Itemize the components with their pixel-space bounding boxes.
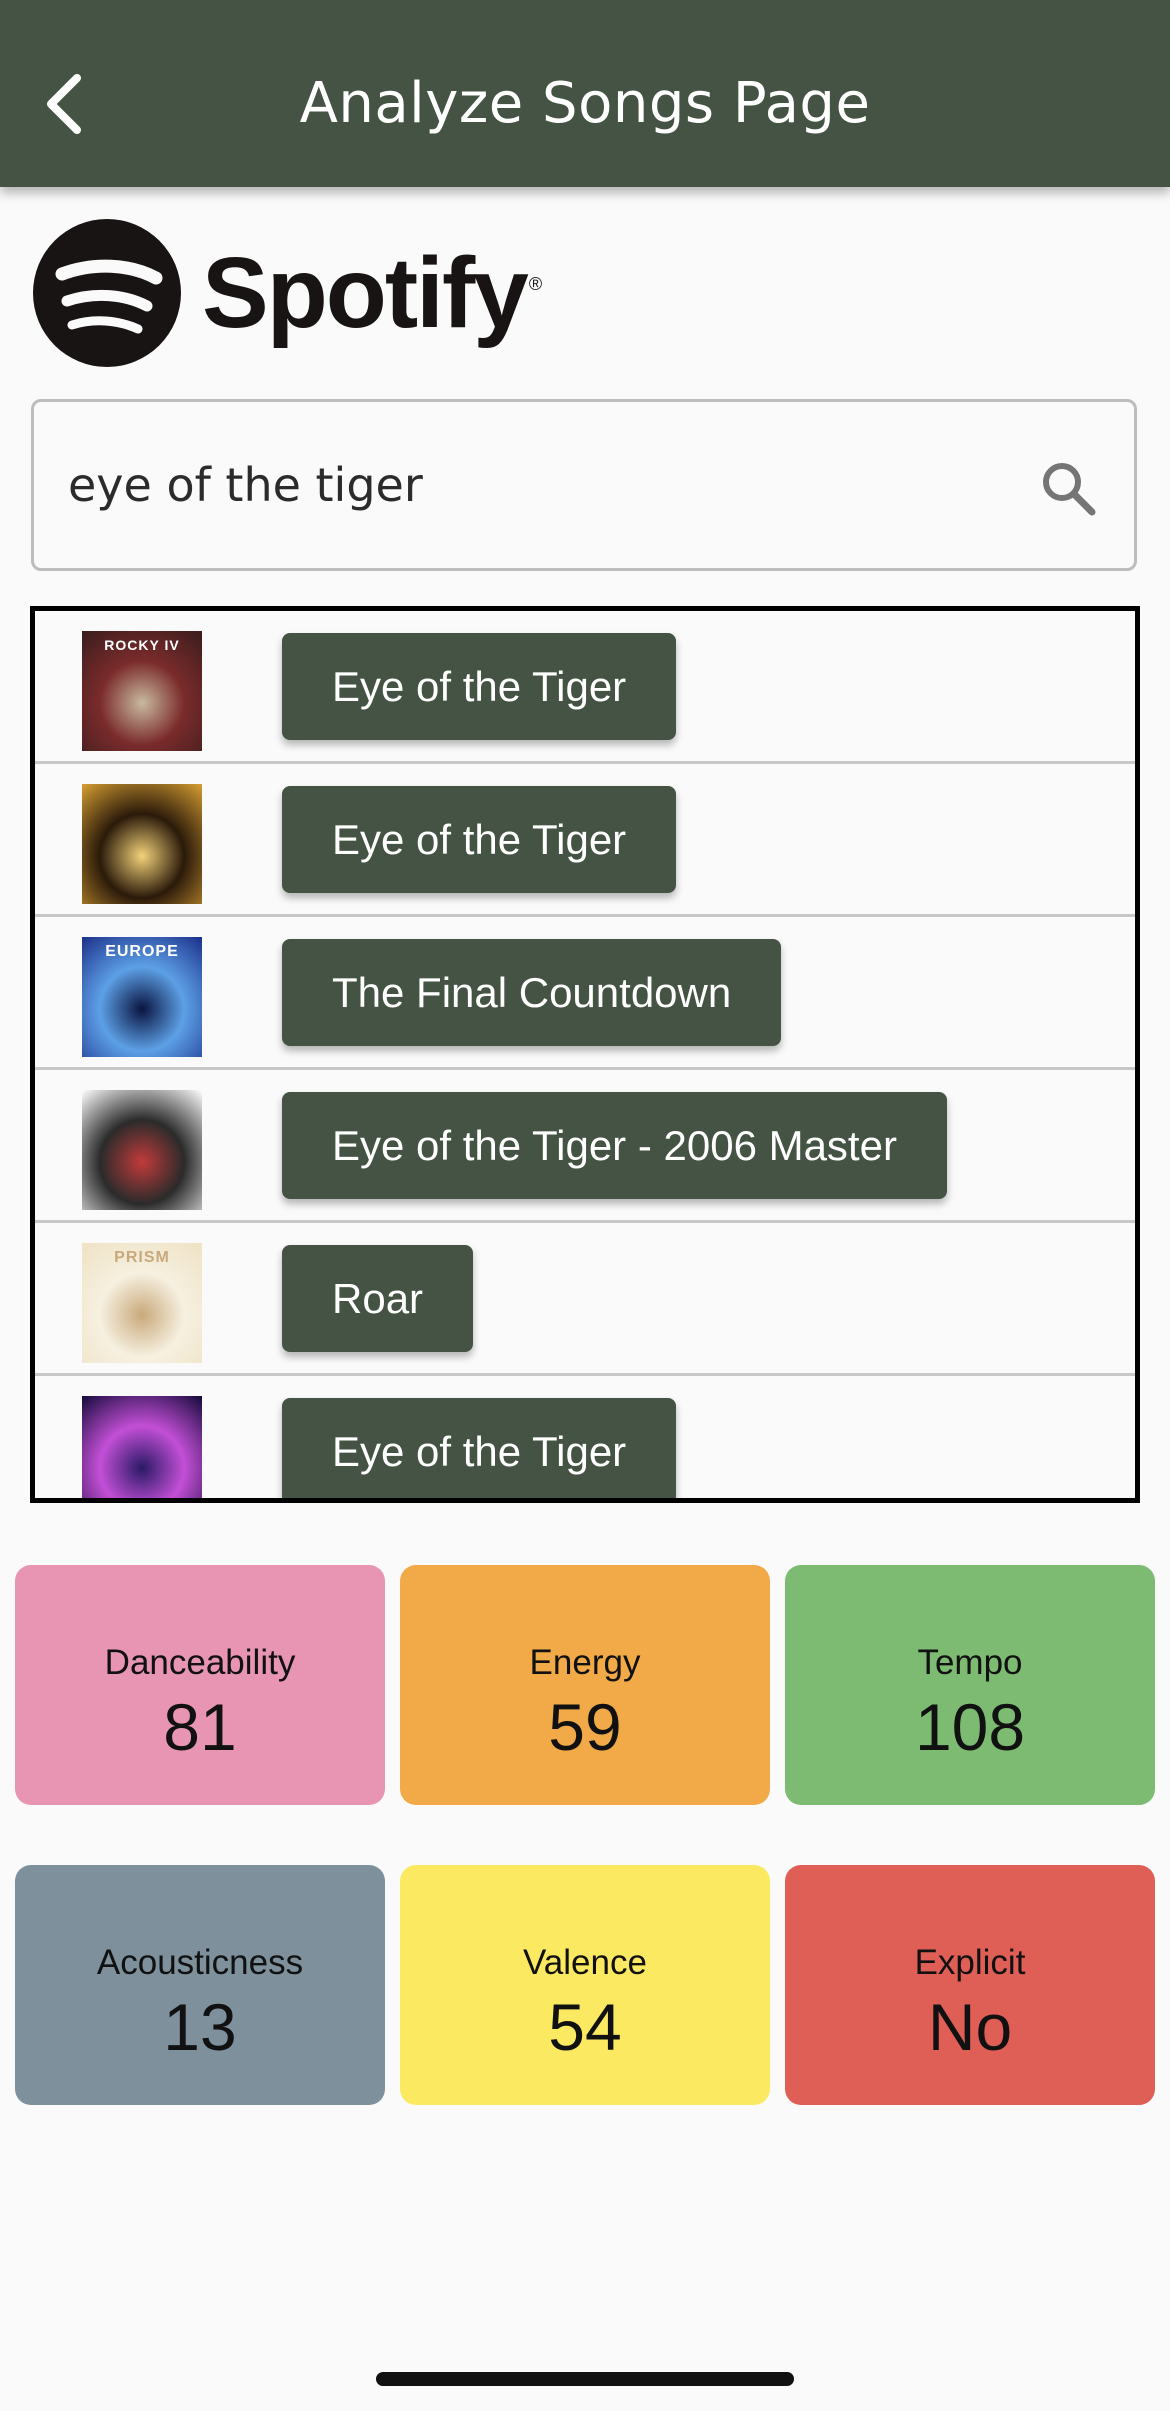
song-button[interactable]: Eye of the Tiger <box>282 1398 677 1498</box>
home-indicator[interactable] <box>376 2372 794 2386</box>
album-art <box>82 1090 202 1210</box>
stat-tile-explicit: Explicit No <box>785 1865 1155 2105</box>
stat-tile-acousticness: Acousticness 13 <box>15 1865 385 2105</box>
stat-value: 13 <box>163 1990 237 2064</box>
page-title: Analyze Songs Page <box>299 71 871 136</box>
app-bar: Analyze Songs Page <box>0 0 1170 187</box>
spotify-logo: Spotify ® <box>32 218 542 368</box>
album-art-label: EUROPE <box>105 943 179 960</box>
song-button[interactable]: Roar <box>282 1245 474 1352</box>
search-icon[interactable] <box>1038 458 1098 518</box>
list-item: PRISM Roar <box>35 1223 1135 1376</box>
analyze-songs-screen: Analyze Songs Page Spotify ® eye of the … <box>0 0 1170 2411</box>
list-item: Eye of the Tiger <box>35 764 1135 917</box>
list-item: Eye of the Tiger - 2006 Master <box>35 1070 1135 1223</box>
stat-tile-energy: Energy 59 <box>400 1565 770 1805</box>
stat-tile-danceability: Danceability 81 <box>15 1565 385 1805</box>
stat-label: Valence <box>523 1943 647 1982</box>
stat-label: Explicit <box>914 1943 1026 1982</box>
spotify-wordmark: Spotify <box>202 237 529 349</box>
stat-label: Acousticness <box>96 1943 304 1982</box>
album-art-label: PRISM <box>114 1249 170 1266</box>
search-input[interactable]: eye of the tiger <box>31 399 1137 571</box>
song-button[interactable]: Eye of the Tiger - 2006 Master <box>282 1092 947 1199</box>
album-art: LULLABY <box>82 1396 202 1503</box>
stat-value: 81 <box>163 1690 237 1764</box>
album-art: PRISM <box>82 1243 202 1363</box>
search-results-list[interactable]: ROCKY IV Eye of the Tiger Eye of the Tig… <box>30 606 1140 1503</box>
stat-value: 108 <box>914 1690 1026 1764</box>
stat-label: Danceability <box>104 1643 296 1682</box>
song-button[interactable]: The Final Countdown <box>282 939 782 1046</box>
spotify-icon <box>33 219 181 367</box>
stat-tile-valence: Valence 54 <box>400 1865 770 2105</box>
list-item: LULLABY Eye of the Tiger <box>35 1376 1135 1503</box>
stat-label: Energy <box>529 1643 641 1682</box>
registered-mark: ® <box>528 274 543 294</box>
album-art-label: LULLABY <box>82 1498 202 1503</box>
stat-value: 59 <box>548 1690 622 1764</box>
search-input-value: eye of the tiger <box>68 458 423 512</box>
album-art: ROCKY IV <box>82 631 202 751</box>
stat-value: 54 <box>548 1990 622 2064</box>
list-item: ROCKY IV Eye of the Tiger <box>35 611 1135 764</box>
album-art <box>82 784 202 904</box>
list-item: EUROPE The Final Countdown <box>35 917 1135 1070</box>
stat-value: No <box>927 1990 1013 2064</box>
album-art-label: ROCKY IV <box>104 637 180 653</box>
stat-label: Tempo <box>917 1643 1023 1682</box>
song-button[interactable]: Eye of the Tiger <box>282 633 677 740</box>
stat-tile-tempo: Tempo 108 <box>785 1565 1155 1805</box>
album-art: EUROPE <box>82 937 202 1057</box>
song-button[interactable]: Eye of the Tiger <box>282 786 677 893</box>
